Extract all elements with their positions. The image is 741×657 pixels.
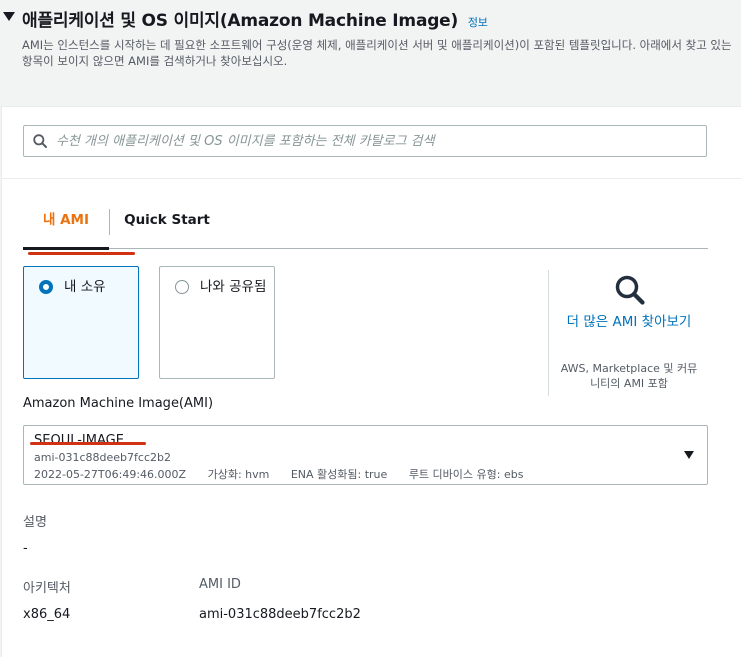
section-header: 애플리케이션 및 OS 이미지(Amazon Machine Image) 정보… — [0, 0, 741, 88]
shared-with-me-radio[interactable] — [175, 280, 189, 294]
ami-select[interactable]: SEOUL-IMAGE ami-031c88deeb7fcc2b2 2022-0… — [23, 425, 708, 485]
catalog-search-input[interactable] — [56, 126, 696, 156]
ami-selected-id: ami-031c88deeb7fcc2b2 — [34, 451, 171, 464]
chevron-down-icon[interactable] — [684, 451, 694, 459]
tab-quick-start[interactable]: Quick Start — [115, 197, 219, 248]
architecture-value: x86_64 — [23, 607, 71, 622]
description-value: - — [23, 541, 28, 556]
catalog-search-box[interactable] — [23, 125, 707, 157]
tab-my-ami[interactable]: 내 AMI — [23, 197, 109, 248]
ami-id-label: AMI ID — [199, 577, 241, 592]
tab-separator — [109, 209, 110, 235]
section-description: AMI는 인스턴스를 시작하는 데 필요한 소프트웨어 구성(운영 체제, 애플… — [22, 38, 732, 68]
info-link[interactable]: 정보 — [468, 16, 488, 29]
ami-tabs: 내 AMI Quick Start — [23, 197, 708, 250]
ami-selected-name: SEOUL-IMAGE — [34, 433, 124, 448]
ami-id-value: ami-031c88deeb7fcc2b2 — [199, 607, 361, 622]
description-label: 설명 — [23, 515, 47, 530]
annotation-underline-image — [30, 442, 146, 445]
ami-virtualization: 가상화: hvm — [207, 468, 270, 481]
search-area — [2, 107, 741, 179]
vertical-divider — [548, 270, 549, 396]
search-icon — [33, 134, 47, 148]
architecture-label: 아키텍처 — [23, 581, 71, 596]
ami-ena: ENA 활성화됨: true — [290, 468, 388, 481]
owned-by-me-label: 내 소유 — [64, 279, 106, 295]
section-title-text: 애플리케이션 및 OS 이미지(Amazon Machine Image) — [22, 11, 459, 31]
ami-panel: 내 AMI Quick Start 내 소유 나와 공유됨 더 많은 AMI 찾… — [1, 106, 741, 657]
annotation-underline-tab — [28, 252, 135, 255]
section-title: 애플리케이션 및 OS 이미지(Amazon Machine Image) 정보 — [22, 6, 488, 31]
collapse-caret-icon[interactable] — [3, 12, 15, 21]
browse-more-note: AWS, Marketplace 및 커뮤니티의 AMI 포함 — [560, 362, 698, 390]
ami-select-label: Amazon Machine Image(AMI) — [23, 396, 214, 411]
owned-by-me-tile[interactable]: 내 소유 — [23, 266, 139, 379]
shared-with-me-label: 나와 공유됨 — [200, 279, 267, 295]
shared-with-me-tile[interactable]: 나와 공유됨 — [159, 266, 275, 379]
browse-more-amis-link[interactable]: 더 많은 AMI 찾아보기 — [564, 312, 694, 332]
ami-root-device: 루트 디바이스 유형: ebs — [408, 468, 524, 481]
ami-created-date: 2022-05-27T06:49:46.000Z — [34, 468, 187, 481]
tab-active-indicator — [23, 247, 109, 250]
browse-search-icon[interactable] — [614, 274, 646, 306]
owned-by-me-radio[interactable] — [39, 280, 53, 294]
ami-metadata: 2022-05-27T06:49:46.000Z 가상화: hvm ENA 활성… — [34, 466, 541, 482]
